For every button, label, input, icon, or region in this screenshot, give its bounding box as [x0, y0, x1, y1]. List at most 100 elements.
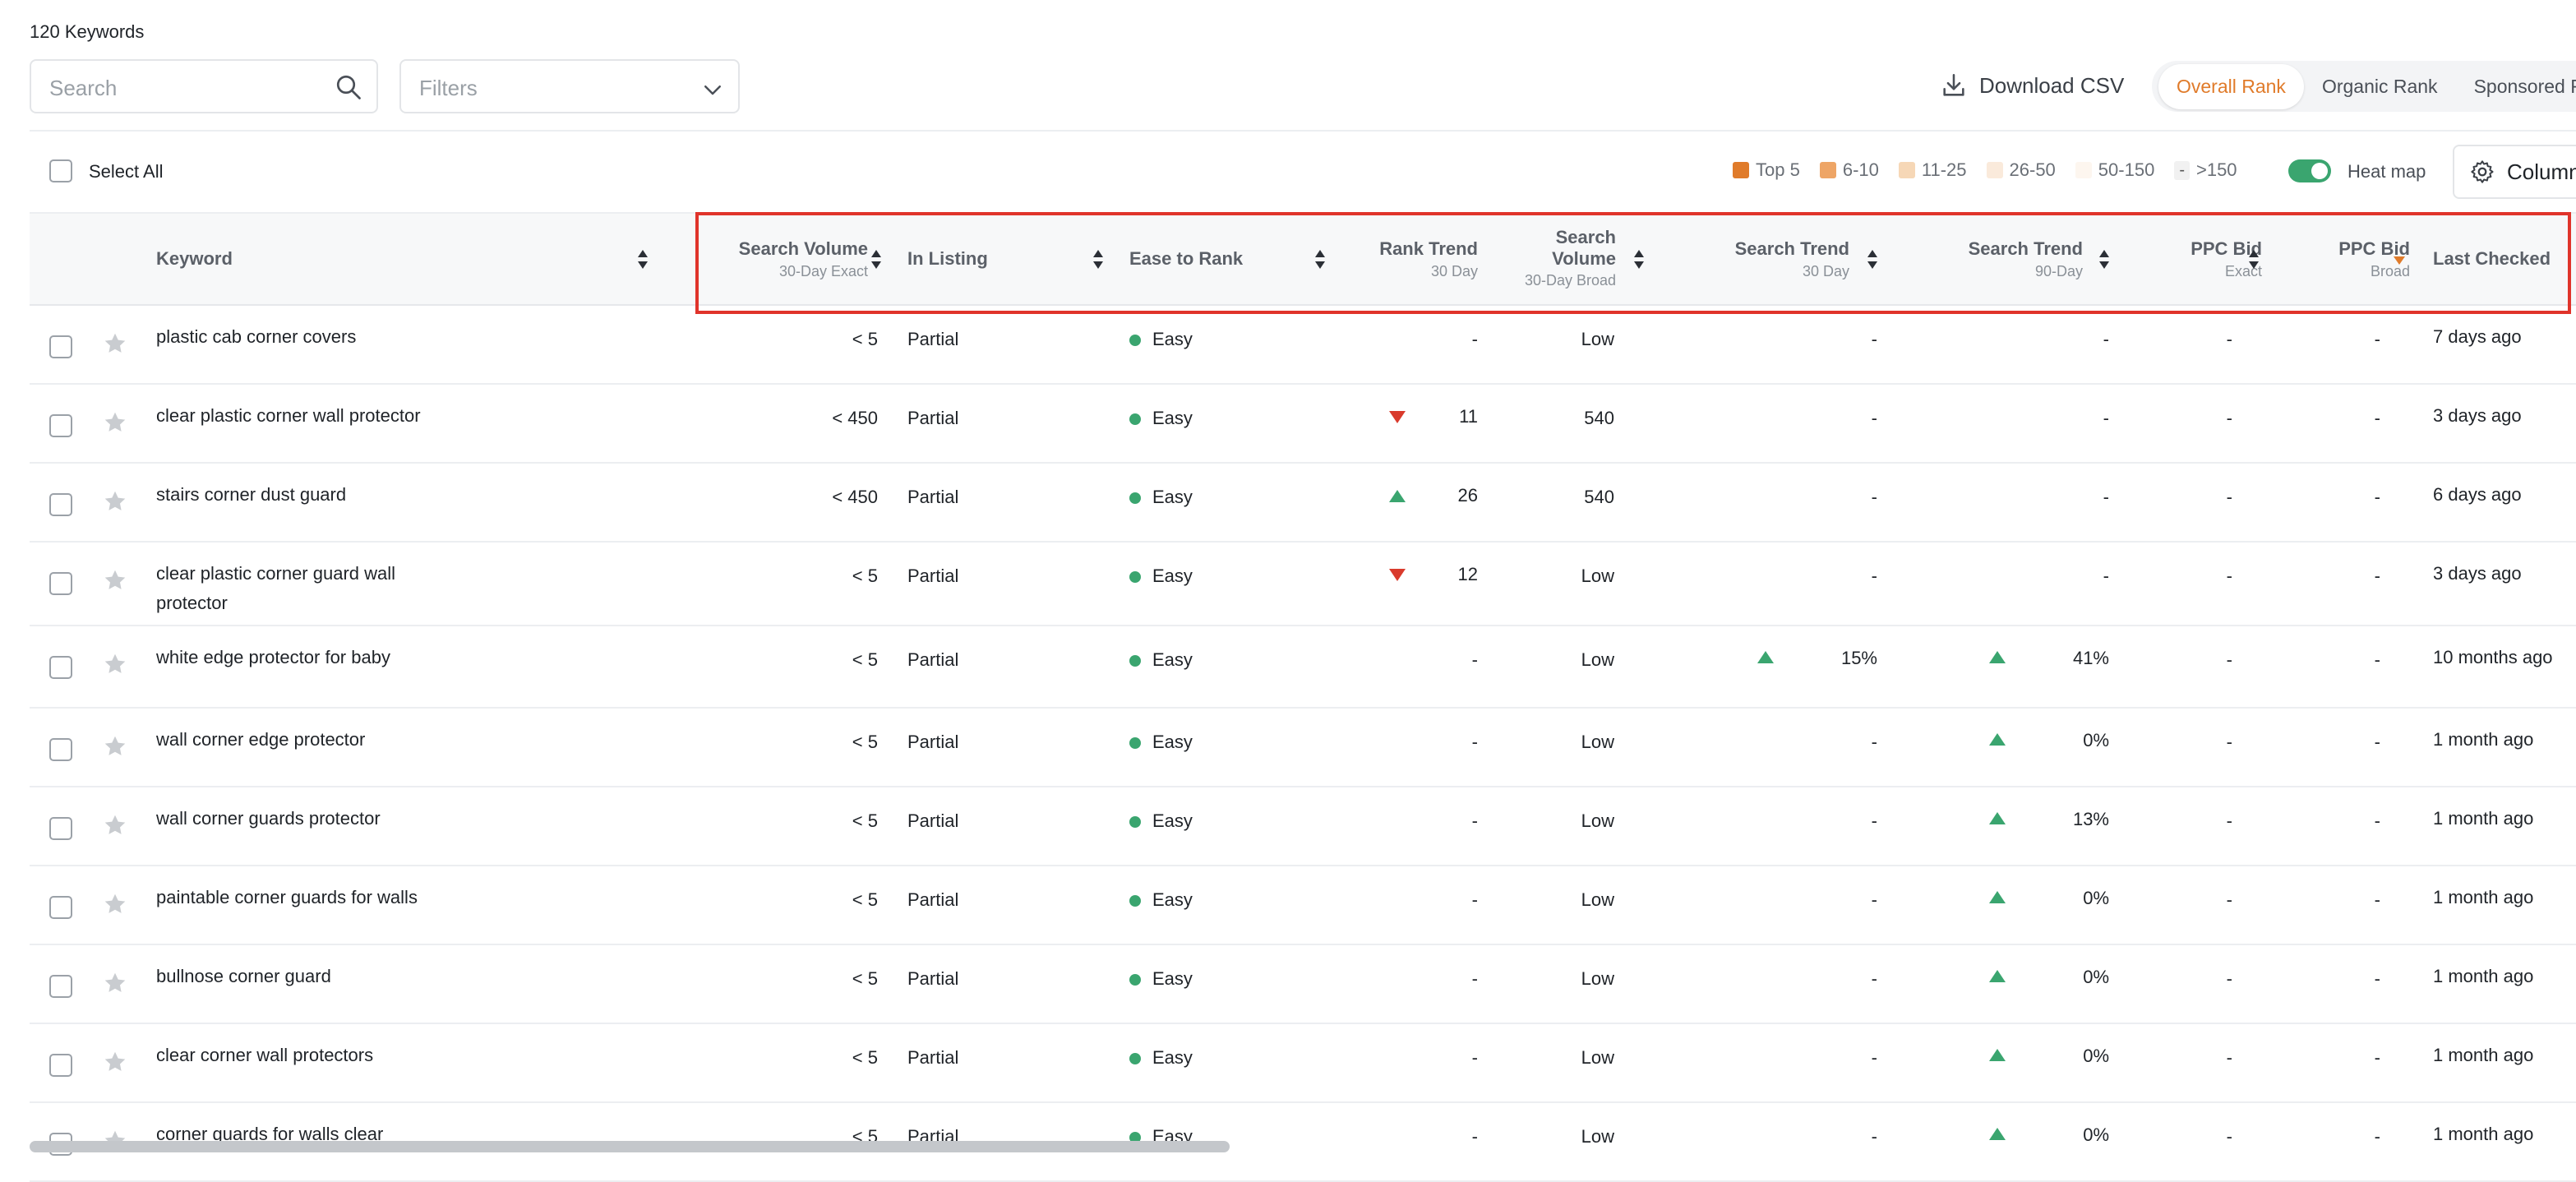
star-icon[interactable] — [102, 651, 128, 677]
download-csv-button[interactable]: Download CSV — [1940, 69, 2124, 102]
table-row[interactable]: wall corner edge protector < 5 Partial Easy… — [30, 709, 2576, 787]
search-volume-broad-cell: Low — [1581, 1126, 1614, 1147]
in-listing-cell: Partial — [907, 329, 959, 349]
star-icon[interactable] — [102, 409, 128, 436]
tab-sponsored-rank[interactable]: Sponsored R — [2456, 64, 2576, 109]
sort-icon[interactable] — [2099, 250, 2109, 271]
star-icon[interactable] — [102, 330, 128, 357]
ease-to-rank-cell: Easy — [1129, 889, 1193, 911]
table-row[interactable]: clear plastic corner guard wall protecto… — [30, 543, 2576, 626]
row-checkbox[interactable] — [49, 493, 72, 516]
col-rank-trend[interactable]: Rank Trend 30 Day — [1345, 238, 1478, 280]
col-keyword[interactable]: Keyword — [156, 248, 233, 270]
sort-icon[interactable] — [1315, 250, 1325, 271]
ppc-bid-broad-cell: - — [2374, 329, 2380, 349]
search-trend-90-cell: 41% — [2072, 648, 2109, 668]
ppc-bid-exact-cell: - — [2226, 968, 2232, 989]
table-row[interactable]: plastic cab corner covers < 5 Partial Easy -… — [30, 306, 2576, 385]
trend-up-icon — [1389, 490, 1406, 502]
row-checkbox[interactable] — [49, 656, 72, 679]
star-icon[interactable] — [102, 488, 128, 515]
row-checkbox[interactable] — [49, 738, 72, 761]
sort-icon[interactable] — [638, 250, 648, 271]
row-checkbox[interactable] — [49, 335, 72, 358]
search-volume-cell: < 5 — [852, 566, 878, 586]
keyword-cell: bullnose corner guard — [156, 966, 331, 986]
col-search-volume[interactable]: Search Volume 30-Day Exact — [704, 238, 868, 280]
tab-overall-rank[interactable]: Overall Rank — [2158, 63, 2304, 109]
download-csv-label: Download CSV — [1979, 72, 2125, 98]
legend-item: Top 5 — [1733, 159, 1800, 181]
row-checkbox[interactable] — [49, 896, 72, 919]
table-row[interactable]: paintable corner guards for walls < 5 Part… — [30, 866, 2576, 945]
row-checkbox[interactable] — [49, 975, 72, 998]
ppc-bid-exact-cell: - — [2226, 889, 2232, 910]
col-search-volume-broad[interactable]: Search Volume 30-Day Broad — [1501, 227, 1616, 291]
sort-icon[interactable] — [2249, 250, 2259, 271]
columns-label: Column — [2507, 159, 2576, 184]
legend-item: 50-150 — [2075, 159, 2154, 181]
star-icon[interactable] — [102, 812, 128, 838]
search-trend-90-cell: - — [2103, 487, 2109, 507]
star-icon[interactable] — [102, 733, 128, 760]
col-ppc-bid-exact[interactable]: PPC Bid Exact — [2134, 238, 2262, 280]
legend-swatch — [1986, 162, 2003, 178]
row-checkbox[interactable] — [49, 414, 72, 437]
sort-icon[interactable] — [1867, 250, 1877, 271]
search-volume-broad-cell: Low — [1581, 649, 1614, 670]
sort-icon[interactable] — [871, 250, 881, 271]
legend-label: 11-25 — [1921, 159, 1967, 180]
col-ppc-bid-broad[interactable]: PPC Bid Broad — [2282, 238, 2410, 280]
col-in-listing[interactable]: In Listing — [907, 248, 988, 270]
col-search-trend-30[interactable]: Search Trend 30 Day — [1665, 238, 1849, 280]
col-search-trend-90[interactable]: Search Trend 90-Day — [1895, 238, 2083, 280]
search-trend-30-cell: - — [1871, 329, 1877, 349]
last-checked-cell: 6 days ago — [2433, 484, 2522, 505]
select-all-checkbox[interactable] — [49, 159, 72, 182]
search-volume-broad-cell: Low — [1581, 329, 1614, 349]
in-listing-cell: Partial — [907, 968, 959, 989]
ppc-bid-broad-cell: - — [2374, 968, 2380, 989]
col-ease-to-rank[interactable]: Ease to Rank — [1129, 248, 1243, 270]
row-checkbox[interactable] — [49, 817, 72, 840]
keyword-cell: clear plastic corner wall protector — [156, 405, 421, 426]
star-icon[interactable] — [102, 567, 128, 593]
legend-swatch — [1898, 162, 1915, 178]
horizontal-scrollbar[interactable] — [30, 1141, 1230, 1152]
legend-swatch — [2075, 162, 2092, 178]
sort-active-icon[interactable] — [2394, 256, 2405, 265]
filters-dropdown[interactable]: Filters — [399, 59, 740, 113]
star-icon[interactable] — [102, 891, 128, 917]
star-icon[interactable] — [102, 1049, 128, 1075]
search-volume-cell: < 450 — [832, 408, 878, 428]
search-trend-30-cell: 15% — [1840, 648, 1877, 668]
sort-icon[interactable] — [1634, 250, 1644, 271]
search-volume-cell: < 5 — [852, 329, 878, 349]
row-checkbox[interactable] — [49, 572, 72, 595]
search-volume-broad-cell: Low — [1581, 1047, 1614, 1068]
table-row[interactable]: wall corner guards protector < 5 Partial Ea… — [30, 787, 2576, 866]
table-row[interactable]: clear plastic corner wall protector < 450… — [30, 385, 2576, 464]
keyword-cell: clear corner wall protectors — [156, 1045, 374, 1065]
search-trend-30-cell: - — [1871, 487, 1877, 507]
table-row[interactable]: clear corner wall protectors < 5 Partial Ea… — [30, 1024, 2576, 1103]
columns-button[interactable]: Column — [2453, 145, 2576, 199]
search-icon[interactable] — [334, 72, 363, 102]
row-checkbox[interactable] — [49, 1054, 72, 1077]
search-trend-30-cell: - — [1871, 566, 1877, 586]
legend-label: Top 5 — [1756, 159, 1800, 180]
col-last-checked[interactable]: Last Checked — [2433, 248, 2551, 270]
table-row[interactable]: stairs corner dust guard < 450 Partial Easy… — [30, 464, 2576, 543]
heatmap-toggle[interactable] — [2288, 159, 2331, 182]
table-row[interactable]: bullnose corner guard < 5 Partial Easy - Low -… — [30, 945, 2576, 1024]
search-input[interactable]: Search — [30, 59, 378, 113]
tab-organic-rank[interactable]: Organic Rank — [2304, 64, 2456, 109]
star-icon[interactable] — [102, 970, 128, 996]
rank-trend-cell: - — [1471, 968, 1478, 989]
in-listing-cell: Partial — [907, 566, 959, 586]
search-trend-30-cell: - — [1871, 408, 1877, 428]
ppc-bid-exact-cell: - — [2226, 329, 2232, 349]
ease-label: Easy — [1152, 1047, 1193, 1068]
table-row[interactable]: white edge protector for baby < 5 Partial E… — [30, 626, 2576, 709]
sort-icon[interactable] — [1093, 250, 1103, 271]
